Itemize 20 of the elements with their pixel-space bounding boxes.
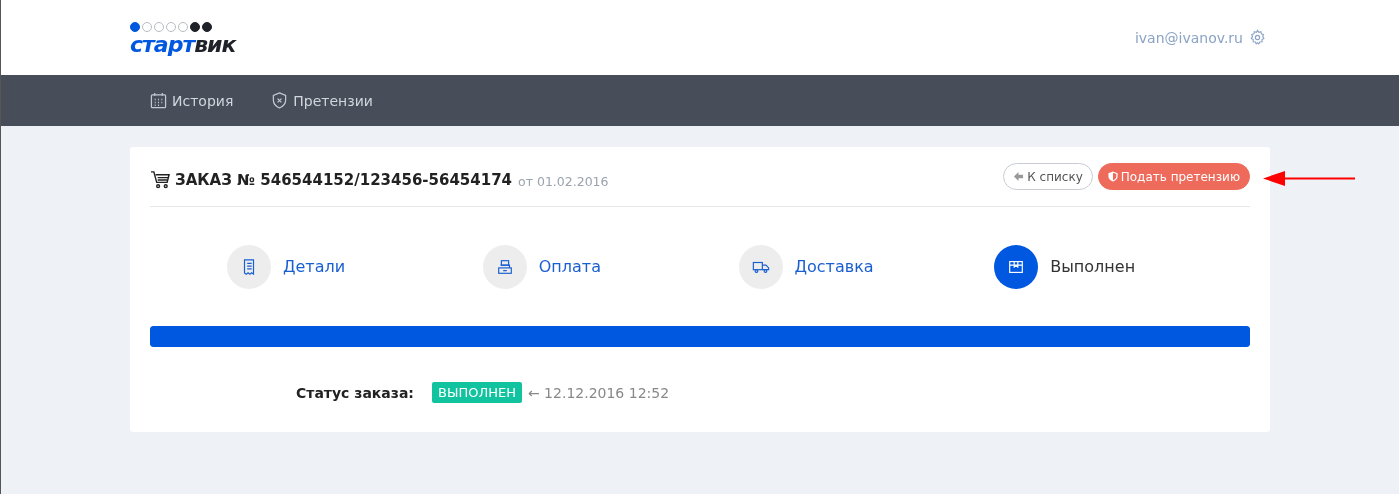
logo-wordmark: стартвик [130,33,236,56]
calendar-icon [150,92,167,109]
shield-icon [1107,171,1118,182]
nav-link[interactable]: Претензии [271,92,373,109]
back-to-list-button[interactable]: К списку [1003,163,1093,190]
status-time: ← 12.12.2016 12:52 [527,384,670,401]
step-label: Выполнен [1050,257,1136,276]
cart-icon [150,170,171,189]
arrow-left-icon [1013,171,1025,182]
order-title: ЗАКАЗ № 546544152/123456-56454174 [175,170,513,189]
shield-icon [271,92,289,109]
order-date: от 01.02.2016 [518,173,609,189]
step-label[interactable]: Доставка [794,257,874,276]
nav-link[interactable]: История [150,92,234,109]
step-label[interactable]: Оплата [538,257,601,276]
settings-icon[interactable] [1249,29,1266,46]
status-label: Статус заказа: [296,384,415,401]
file-claim-button[interactable]: Подать претензию [1097,163,1250,190]
status-badge: ВЫПОЛНЕН [432,382,522,403]
step-label[interactable]: Детали [283,257,346,276]
